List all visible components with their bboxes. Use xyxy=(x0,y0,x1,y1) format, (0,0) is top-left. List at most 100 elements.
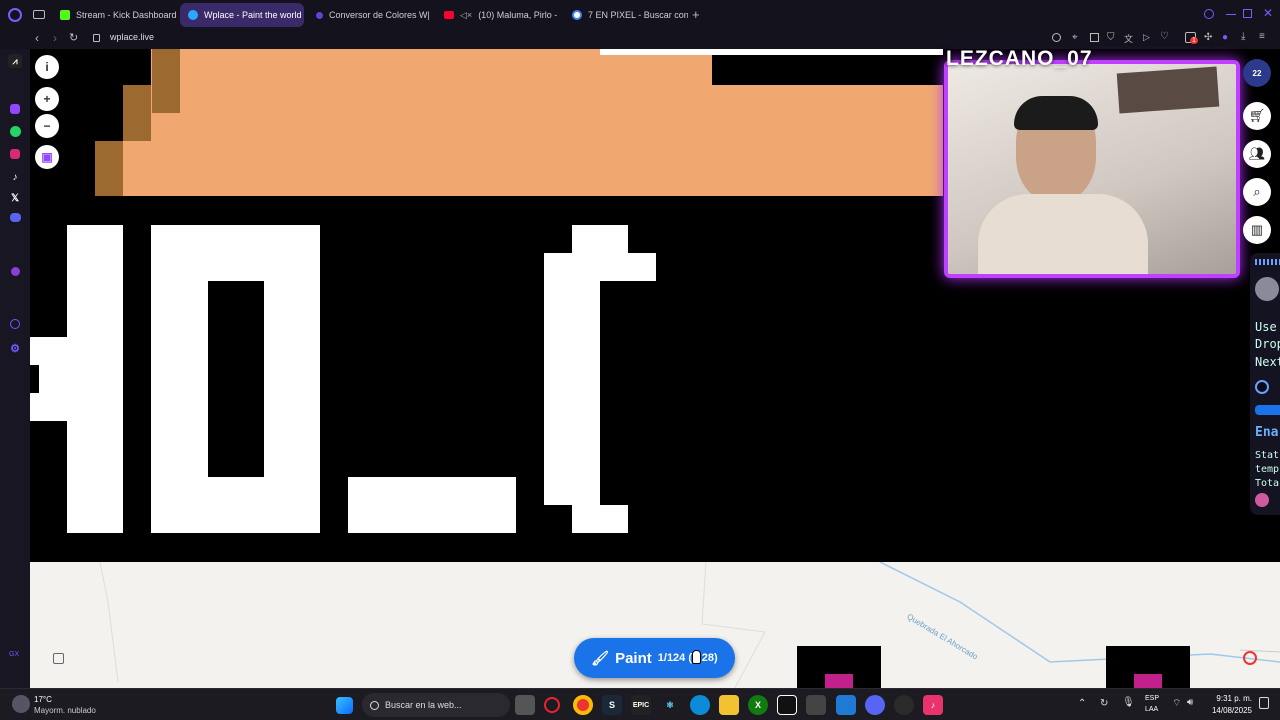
zoom-in-button[interactable]: + xyxy=(35,87,59,111)
pixel-block xyxy=(1134,674,1162,688)
tab-label: Stream - Kick Dashboard xyxy=(76,10,176,20)
weather-icon[interactable] xyxy=(12,695,30,713)
settings-icon[interactable]: ⚙ xyxy=(8,341,22,355)
back-icon[interactable]: ‹ xyxy=(35,31,39,45)
discord-icon[interactable] xyxy=(10,213,21,222)
converter-icon xyxy=(316,11,323,19)
leaderboard-icon[interactable]: ▥ xyxy=(1243,216,1271,244)
zoom-out-button[interactable]: − xyxy=(35,114,59,138)
tab-kick-dashboard[interactable]: Stream - Kick Dashboard xyxy=(52,3,176,27)
twitch-button[interactable]: ▣ xyxy=(35,145,59,169)
tab-stack-icon[interactable] xyxy=(33,10,45,19)
panel-line: temp xyxy=(1255,464,1280,475)
forward-icon[interactable]: › xyxy=(53,31,57,45)
gx-label: GX xyxy=(9,651,20,658)
poster xyxy=(1116,66,1220,114)
tab-google-search[interactable]: 7 EN PIXEL - Buscar con xyxy=(564,3,688,27)
lang-label-2[interactable]: LAA xyxy=(1145,706,1158,713)
zoom-icon[interactable] xyxy=(1052,33,1061,42)
menu-icon[interactable]: ≡ xyxy=(1259,31,1265,42)
panel-dots xyxy=(1255,259,1280,265)
wifi-icon[interactable]: ⌔ xyxy=(1172,697,1181,710)
opera-sidebar: ⩘ ♪ 𝕏 ⚙ GX xyxy=(0,49,30,688)
profile-icon[interactable]: ● xyxy=(1222,32,1228,43)
maximize-button[interactable] xyxy=(1243,9,1252,18)
pixel-block xyxy=(123,49,151,85)
x-icon[interactable]: 𝕏 xyxy=(8,191,22,205)
locate-icon[interactable] xyxy=(1243,651,1257,665)
alliance-icon[interactable]: 👥︎ xyxy=(1243,140,1271,168)
download-icon[interactable]: ⤓ xyxy=(1241,31,1245,42)
close-window-button[interactable]: ✕ xyxy=(1263,6,1273,20)
translate-icon[interactable]: 文 xyxy=(1124,32,1133,45)
notification-icon[interactable] xyxy=(1259,697,1269,709)
capture-icon[interactable] xyxy=(1090,33,1099,42)
streamer-hair xyxy=(1014,96,1098,130)
userscript-panel: Use Drop Next Ena Stat temp Tota xyxy=(1250,253,1280,515)
tiktok-icon[interactable]: ♪ xyxy=(8,170,22,184)
search-icon xyxy=(370,700,379,710)
mic-icon[interactable]: 🎙︎ xyxy=(1122,697,1135,708)
twitch-icon[interactable] xyxy=(10,104,20,114)
windows-start-icon[interactable] xyxy=(336,697,353,714)
toggle-icon[interactable] xyxy=(1255,380,1269,394)
instagram-icon[interactable] xyxy=(10,149,20,159)
minimize-button[interactable] xyxy=(1226,14,1236,15)
opera-gx-icon[interactable] xyxy=(544,697,560,713)
search-area-icon[interactable]: ⌕ xyxy=(1243,178,1271,206)
edge-icon[interactable] xyxy=(690,695,710,715)
lang-label[interactable]: ESP xyxy=(1145,695,1159,702)
play-icon[interactable]: ▷ xyxy=(1143,32,1150,43)
tab-color-converter[interactable]: Conversor de Colores W| xyxy=(308,3,432,27)
app-icon[interactable] xyxy=(806,695,826,715)
globe-icon xyxy=(1255,277,1279,301)
tray-chevron-icon[interactable]: ⌃ xyxy=(1078,698,1086,709)
steam-icon[interactable]: S xyxy=(602,695,622,715)
file-explorer-icon[interactable] xyxy=(719,695,739,715)
react-icon[interactable]: ⚛ xyxy=(660,695,680,715)
tab-wplace[interactable]: Wplace - Paint the world xyxy=(180,3,304,27)
pixel-block xyxy=(208,281,264,477)
tray-icon[interactable]: ↻ xyxy=(1100,698,1108,709)
new-tab-button[interactable]: + xyxy=(692,7,700,22)
youtube-icon xyxy=(444,11,454,19)
info-button[interactable]: i xyxy=(35,55,59,79)
clock-time[interactable]: 9:31 p. m. xyxy=(1210,694,1252,703)
epic-games-icon[interactable]: EPIC xyxy=(631,695,651,715)
purple-dot-icon[interactable] xyxy=(11,267,20,276)
capcut-icon[interactable] xyxy=(777,695,797,715)
reload-icon[interactable]: ↻ xyxy=(69,31,78,44)
store-icon[interactable]: 🛒︎ xyxy=(1243,102,1271,130)
volume-icon[interactable]: 🔊︎ xyxy=(1187,697,1193,708)
discord-taskbar-icon[interactable] xyxy=(865,695,885,715)
muted-icon[interactable]: ◁× xyxy=(460,10,472,21)
tiktok-live-icon[interactable]: ♪ xyxy=(923,695,943,715)
avatar-level-button[interactable]: 22 xyxy=(1243,59,1271,87)
vscode-icon[interactable] xyxy=(836,695,856,715)
tab-youtube-maluma[interactable]: ◁× (10) Maluma, Pirlo - M xyxy=(436,3,560,27)
weather-temp[interactable]: 17°C xyxy=(34,695,52,704)
search-tabs-icon[interactable] xyxy=(1204,9,1214,19)
arena-icon[interactable]: ⩘ xyxy=(8,54,22,68)
opera-menu-icon[interactable] xyxy=(8,8,22,22)
panel-avatar-icon[interactable] xyxy=(1255,493,1269,507)
shield-icon[interactable]: ⛉ xyxy=(1107,32,1115,43)
url-field[interactable]: wplace.live xyxy=(110,32,154,42)
taskbar-search[interactable]: Buscar en la web... xyxy=(362,693,510,717)
extensions-icon[interactable]: ✣ xyxy=(1204,32,1212,43)
clock-date[interactable]: 14/08/2025 xyxy=(1206,706,1252,715)
blue-bar[interactable] xyxy=(1255,405,1280,415)
whatsapp-icon[interactable] xyxy=(10,126,21,137)
pin-icon[interactable]: ⌖ xyxy=(1072,32,1078,43)
history-icon[interactable] xyxy=(10,319,20,329)
xbox-icon[interactable]: X xyxy=(748,695,768,715)
heart-icon[interactable]: ♡ xyxy=(1160,31,1169,42)
map-layers-icon[interactable] xyxy=(53,653,64,664)
obs-icon[interactable] xyxy=(894,695,914,715)
task-view-icon[interactable] xyxy=(515,695,535,715)
paint-button[interactable]: 🖌︎ Paint 1/124 (0:28) xyxy=(574,638,735,678)
enable-button[interactable]: Ena xyxy=(1255,425,1278,440)
weather-desc[interactable]: Mayorm. nublado xyxy=(34,706,96,715)
search-placeholder: Buscar en la web... xyxy=(385,700,462,710)
chrome-icon[interactable] xyxy=(573,695,593,715)
